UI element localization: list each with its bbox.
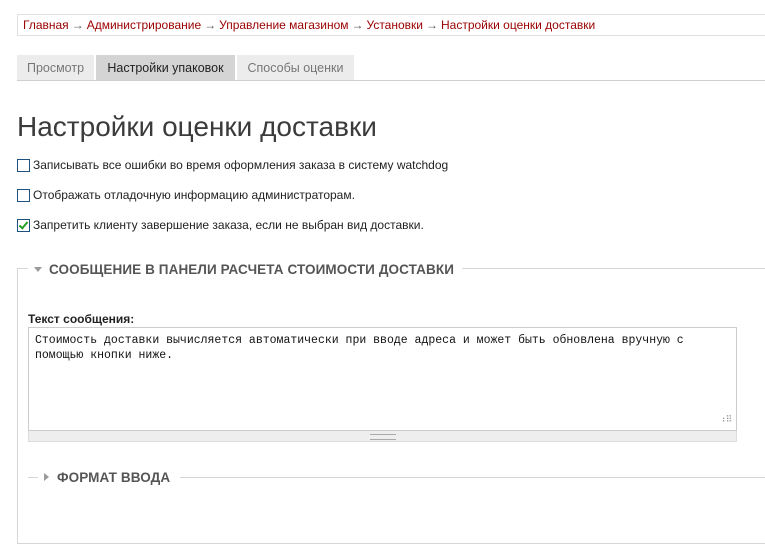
message-text-label: Текст сообщения: [28,312,135,326]
option-log-errors-label: Записывать все ошибки во время оформлени… [33,158,449,172]
option-require-shipping-label: Запретить клиенту завершение заказа, есл… [33,218,424,232]
breadcrumb-link-shipping-quotes[interactable]: Настройки оценки доставки [441,18,595,32]
breadcrumb-separator: → [71,18,84,32]
breadcrumb: Главная → Администрирование → Управление маг… [17,14,765,36]
option-debug-info-label: Отображать отладочную информацию админис… [33,188,355,202]
debug-info-checkbox[interactable] [17,188,30,202]
breadcrumb-link-admin[interactable]: Администрирование [87,18,201,32]
option-log-errors[interactable]: Записывать все ошибки во время оформлени… [17,157,448,173]
breadcrumb-link-home[interactable]: Главная [23,18,69,32]
triangle-down-icon [34,266,42,272]
breadcrumb-separator: → [351,18,364,32]
option-debug-info[interactable]: Отображать отладочную информацию админис… [17,187,355,203]
tab-package-settings[interactable]: Настройки упаковок [96,55,236,81]
log-errors-checkbox[interactable] [17,158,30,172]
page-title: Настройки оценки доставки [17,111,377,142]
message-fieldset-title: СООБЩЕНИЕ В ПАНЕЛИ РАСЧЕТА СТОИМОСТИ ДОС… [49,261,455,277]
require-shipping-checkbox[interactable] [17,218,30,232]
breadcrumb-separator: → [425,18,438,32]
option-require-shipping[interactable]: Запретить клиенту завершение заказа, есл… [17,217,424,233]
format-fieldset-legend[interactable]: ФОРМАТ ВВОДА [38,467,181,487]
resize-handle-icon[interactable]: ⠰⠿ [719,415,732,424]
message-textarea[interactable]: Стоимость доставки вычисляется автоматич… [28,327,737,431]
format-fieldset-title: ФОРМАТ ВВОДА [57,469,171,485]
breadcrumb-link-settings[interactable]: Установки [367,18,423,32]
tab-quote-methods[interactable]: Способы оценки [237,55,355,81]
tab-view[interactable]: Просмотр [17,55,95,81]
breadcrumb-separator: → [204,18,217,32]
textarea-grippie[interactable] [28,431,737,442]
breadcrumb-link-store[interactable]: Управление магазином [219,18,348,32]
message-fieldset-legend[interactable]: СООБЩЕНИЕ В ПАНЕЛИ РАСЧЕТА СТОИМОСТИ ДОС… [28,259,463,279]
tabs-underline [17,80,765,81]
triangle-right-icon [44,473,49,481]
